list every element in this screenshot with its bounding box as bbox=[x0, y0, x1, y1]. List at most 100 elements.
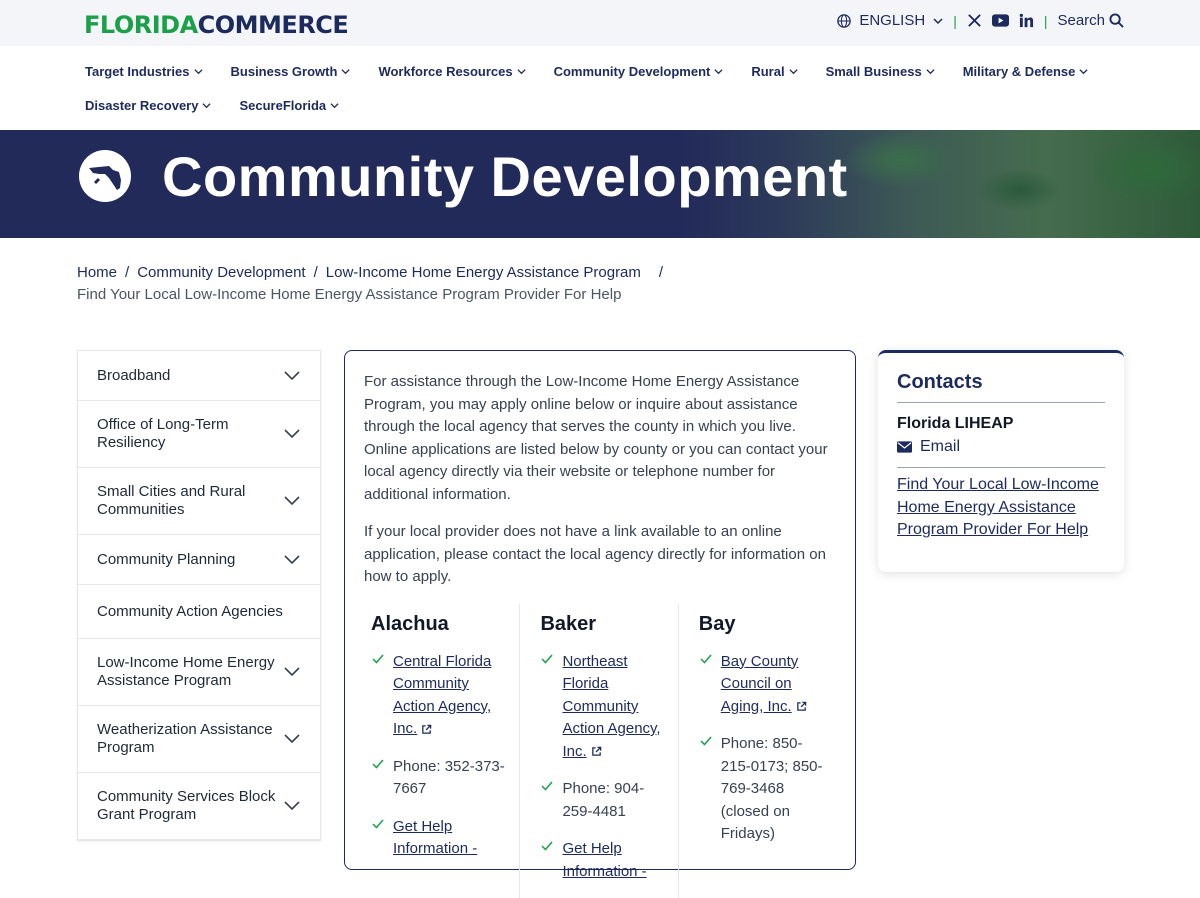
hero-banner: Community Development bbox=[0, 130, 1200, 238]
county-agency: Northeast Florida Community Action Agenc… bbox=[540, 651, 669, 764]
county-list: Alachua Central Florida Community Action… bbox=[352, 604, 837, 898]
chevron-down-icon bbox=[341, 67, 350, 76]
agency-link[interactable]: Central Florida Community Action Agency,… bbox=[393, 653, 491, 738]
nav-disaster-recovery[interactable]: Disaster Recovery bbox=[85, 96, 211, 114]
main-content-area: Broadband Office of Long-Term Resiliency… bbox=[0, 350, 1200, 844]
chevron-down-icon[interactable] bbox=[284, 555, 300, 565]
sidenav-item-broadband[interactable]: Broadband bbox=[78, 351, 320, 401]
sidenav-item-community-planning[interactable]: Community Planning bbox=[78, 535, 320, 585]
search-label: Search bbox=[1057, 12, 1105, 29]
breadcrumb-separator: / bbox=[659, 264, 663, 281]
find-provider-link[interactable]: Find Your Local Low-Income Home Energy A… bbox=[897, 474, 1105, 542]
nav-label: Target Industries bbox=[85, 64, 190, 79]
sidenav-label: Community Planning bbox=[97, 551, 282, 569]
nav-label: Disaster Recovery bbox=[85, 98, 198, 113]
external-link-icon bbox=[796, 701, 807, 712]
county-agency: Central Florida Community Action Agency,… bbox=[371, 651, 511, 741]
florida-state-icon bbox=[79, 150, 131, 202]
check-icon bbox=[540, 840, 554, 852]
check-icon bbox=[540, 653, 554, 665]
sidenav-item-weatherization[interactable]: Weatherization Assistance Program bbox=[78, 706, 320, 773]
breadcrumb-home[interactable]: Home bbox=[77, 264, 117, 281]
county-phone: Phone: 850-215-0173; 850-769-3468 (close… bbox=[699, 733, 829, 846]
sidenav-item-community-action-agencies[interactable]: Community Action Agencies bbox=[78, 585, 320, 639]
note-paragraph: If your local provider does not have a l… bbox=[364, 521, 837, 589]
page-title: Community Development bbox=[162, 144, 848, 209]
chevron-down-icon[interactable] bbox=[284, 667, 300, 677]
phone-text: Phone: 904-259-4481 bbox=[562, 778, 669, 823]
nav-small-business[interactable]: Small Business bbox=[826, 62, 935, 80]
chevron-down-icon[interactable] bbox=[284, 371, 300, 381]
nav-secureflorida[interactable]: SecureFlorida bbox=[239, 96, 339, 114]
breadcrumb-liheap[interactable]: Low-Income Home Energy Assistance Progra… bbox=[326, 264, 641, 281]
search-button[interactable]: Search bbox=[1057, 12, 1124, 29]
chevron-down-icon[interactable] bbox=[284, 496, 300, 506]
nav-military-defense[interactable]: Military & Defense bbox=[963, 62, 1089, 80]
agency-link[interactable]: Bay County Council on Aging, Inc. bbox=[721, 653, 799, 715]
help-info-link[interactable]: Get Help Information - bbox=[562, 838, 669, 883]
county-name: Bay bbox=[699, 613, 829, 636]
county-agency: Bay County Council on Aging, Inc. bbox=[699, 651, 829, 719]
breadcrumb-community-development[interactable]: Community Development bbox=[137, 264, 305, 281]
sidenav-item-long-term-resiliency[interactable]: Office of Long-Term Resiliency bbox=[78, 401, 320, 468]
sidenav-label: Broadband bbox=[97, 367, 282, 385]
nav-workforce-resources[interactable]: Workforce Resources bbox=[378, 62, 525, 80]
nav-label: Military & Defense bbox=[963, 64, 1076, 79]
youtube-icon[interactable] bbox=[992, 14, 1009, 27]
sidenav-item-small-cities[interactable]: Small Cities and Rural Communities bbox=[78, 468, 320, 535]
top-bar: FLORIDACOMMERCE ENGLISH | | Search bbox=[0, 0, 1200, 46]
main-nav: Target Industries Business Growth Workfo… bbox=[0, 46, 1200, 130]
floridacommerce-logo[interactable]: FLORIDACOMMERCE bbox=[84, 11, 348, 39]
nav-rural[interactable]: Rural bbox=[751, 62, 797, 80]
sidenav-label: Office of Long-Term Resiliency bbox=[97, 416, 282, 452]
nav-label: Workforce Resources bbox=[378, 64, 512, 79]
sidenav-label: Low-Income Home Energy Assistance Progra… bbox=[97, 654, 282, 690]
chevron-down-icon bbox=[714, 67, 723, 76]
linkedin-icon[interactable] bbox=[1019, 13, 1034, 28]
agency-link[interactable]: Northeast Florida Community Action Agenc… bbox=[562, 653, 660, 760]
nav-target-industries[interactable]: Target Industries bbox=[85, 62, 203, 80]
email-link[interactable]: Email bbox=[897, 438, 1105, 468]
nav-community-development[interactable]: Community Development bbox=[554, 62, 724, 80]
chevron-down-icon bbox=[194, 67, 203, 76]
county-card-baker: Baker Northeast Florida Community Action… bbox=[520, 604, 678, 898]
nav-label: SecureFlorida bbox=[239, 98, 326, 113]
chevron-down-icon bbox=[330, 101, 339, 110]
external-link-icon bbox=[591, 746, 602, 757]
nav-business-growth[interactable]: Business Growth bbox=[231, 62, 351, 80]
sidenav-item-csbg[interactable]: Community Services Block Grant Program bbox=[78, 773, 320, 840]
language-label: ENGLISH bbox=[859, 12, 925, 29]
chevron-down-icon bbox=[926, 67, 935, 76]
county-help: Get Help Information - bbox=[540, 838, 669, 883]
chevron-down-icon bbox=[933, 16, 943, 26]
breadcrumb-separator: / bbox=[125, 264, 129, 281]
email-label: Email bbox=[920, 438, 960, 456]
help-info-link[interactable]: Get Help Information - bbox=[393, 816, 511, 861]
county-name: Baker bbox=[540, 613, 669, 636]
county-phone: Phone: 352-373-7667 bbox=[371, 756, 511, 801]
utility-links: ENGLISH | | Search bbox=[837, 12, 1124, 29]
county-card-bay: Bay Bay County Council on Aging, Inc. Ph… bbox=[679, 604, 837, 898]
content-panel: For assistance through the Low-Income Ho… bbox=[344, 350, 856, 870]
divider: | bbox=[1044, 13, 1048, 29]
language-selector[interactable]: ENGLISH bbox=[837, 12, 943, 29]
nav-label: Business Growth bbox=[231, 64, 338, 79]
logo-text-florida: FLORIDA bbox=[84, 11, 198, 39]
sidenav-item-liheap[interactable]: Low-Income Home Energy Assistance Progra… bbox=[78, 639, 320, 706]
external-link-icon bbox=[421, 724, 432, 735]
nav-label: Rural bbox=[751, 64, 784, 79]
chevron-down-icon[interactable] bbox=[284, 801, 300, 811]
contacts-title: Contacts bbox=[897, 371, 1105, 403]
chevron-down-icon bbox=[1079, 67, 1088, 76]
chevron-down-icon[interactable] bbox=[284, 734, 300, 744]
nav-label: Community Development bbox=[554, 64, 711, 79]
sidenav-label: Small Cities and Rural Communities bbox=[97, 483, 282, 519]
check-icon bbox=[699, 653, 713, 665]
contacts-card: Contacts Florida LIHEAP Email Find Your … bbox=[878, 350, 1124, 572]
breadcrumb-separator: / bbox=[314, 264, 318, 281]
county-help: Get Help Information - bbox=[371, 816, 511, 861]
chevron-down-icon bbox=[202, 101, 211, 110]
globe-icon bbox=[837, 14, 851, 28]
chevron-down-icon[interactable] bbox=[284, 429, 300, 439]
x-twitter-icon[interactable] bbox=[967, 13, 982, 28]
